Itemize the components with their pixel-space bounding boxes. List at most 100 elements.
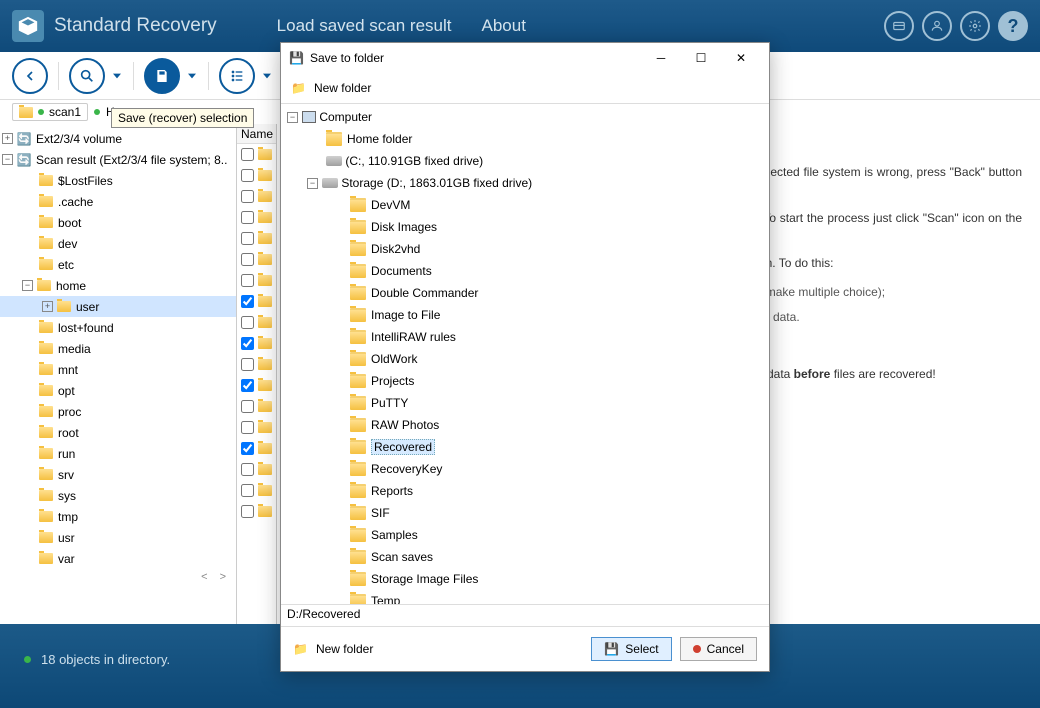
row-checkbox[interactable] (241, 505, 254, 518)
list-row[interactable] (237, 333, 276, 354)
back-button[interactable] (12, 58, 48, 94)
select-button[interactable]: 💾Select (591, 637, 671, 661)
row-checkbox[interactable] (241, 274, 254, 287)
dialog-folder-item[interactable]: Disk Images (281, 216, 769, 238)
list-row[interactable] (237, 438, 276, 459)
row-checkbox[interactable] (241, 295, 254, 308)
dialog-folder-item[interactable]: Temp (281, 590, 769, 605)
tree-item[interactable]: root (0, 422, 236, 443)
dialog-folder-item[interactable]: OldWork (281, 348, 769, 370)
cancel-button[interactable]: Cancel (680, 637, 757, 661)
left-tree[interactable]: +🔄Ext2/3/4 volume −🔄Scan result (Ext2/3/… (0, 124, 237, 624)
new-folder-bottom[interactable]: 📁New folder (293, 634, 373, 664)
tree-item-user[interactable]: +user (0, 296, 236, 317)
breadcrumb-scan1[interactable]: scan1 (12, 103, 88, 121)
dialog-folder-item[interactable]: Double Commander (281, 282, 769, 304)
tree-item[interactable]: boot (0, 212, 236, 233)
row-checkbox[interactable] (241, 232, 254, 245)
tree-item[interactable]: proc (0, 401, 236, 422)
row-checkbox[interactable] (241, 253, 254, 266)
menu-load-saved[interactable]: Load saved scan result (277, 16, 452, 36)
dialog-folder-item[interactable]: Reports (281, 480, 769, 502)
list-row[interactable] (237, 501, 276, 522)
tree-item[interactable]: dev (0, 233, 236, 254)
tree-item[interactable]: media (0, 338, 236, 359)
dialog-folder-item[interactable]: Samples (281, 524, 769, 546)
dialog-folder-item[interactable]: RecoveryKey (281, 458, 769, 480)
list-row[interactable] (237, 207, 276, 228)
tree-drive-d[interactable]: − Storage (D:, 1863.01GB fixed drive) (281, 172, 769, 194)
dialog-folder-item[interactable]: Storage Image Files (281, 568, 769, 590)
help-icon[interactable]: ? (998, 11, 1028, 41)
folder-tree[interactable]: − Computer Home folder (C:, 110.91GB fix… (281, 103, 769, 605)
tree-scan-result[interactable]: −🔄Scan result (Ext2/3/4 file system; 8.. (0, 149, 236, 170)
row-checkbox[interactable] (241, 211, 254, 224)
new-folder-top[interactable]: 📁New folder (281, 73, 769, 103)
dialog-folder-item[interactable]: DevVM (281, 194, 769, 216)
dialog-folder-item[interactable]: Scan saves (281, 546, 769, 568)
list-row[interactable] (237, 228, 276, 249)
menu-about[interactable]: About (482, 16, 526, 36)
list-dropdown[interactable] (261, 73, 273, 79)
tree-home-folder[interactable]: Home folder (281, 128, 769, 150)
tree-volume[interactable]: +🔄Ext2/3/4 volume (0, 128, 236, 149)
dialog-folder-item[interactable]: RAW Photos (281, 414, 769, 436)
list-row[interactable] (237, 186, 276, 207)
row-checkbox[interactable] (241, 379, 254, 392)
close-button[interactable]: ✕ (721, 45, 761, 71)
minimize-button[interactable]: ─ (641, 45, 681, 71)
tree-item[interactable]: sys (0, 485, 236, 506)
dialog-folder-item[interactable]: Documents (281, 260, 769, 282)
tree-item[interactable]: tmp (0, 506, 236, 527)
row-checkbox[interactable] (241, 442, 254, 455)
list-row[interactable] (237, 249, 276, 270)
maximize-button[interactable]: ☐ (681, 45, 721, 71)
list-row[interactable] (237, 165, 276, 186)
path-field[interactable]: D:/Recovered (281, 605, 769, 627)
row-checkbox[interactable] (241, 169, 254, 182)
list-row[interactable] (237, 375, 276, 396)
row-checkbox[interactable] (241, 337, 254, 350)
list-row[interactable] (237, 354, 276, 375)
tree-item[interactable]: etc (0, 254, 236, 275)
row-checkbox[interactable] (241, 190, 254, 203)
tree-item[interactable]: run (0, 443, 236, 464)
save-dropdown[interactable] (186, 73, 198, 79)
dialog-folder-item[interactable]: PuTTY (281, 392, 769, 414)
tree-item[interactable]: $LostFiles (0, 170, 236, 191)
row-checkbox[interactable] (241, 400, 254, 413)
tree-item[interactable]: opt (0, 380, 236, 401)
row-checkbox[interactable] (241, 484, 254, 497)
save-button[interactable] (144, 58, 180, 94)
list-row[interactable] (237, 291, 276, 312)
tree-computer[interactable]: − Computer (281, 106, 769, 128)
scan-button[interactable] (69, 58, 105, 94)
list-row[interactable] (237, 270, 276, 291)
row-checkbox[interactable] (241, 148, 254, 161)
row-checkbox[interactable] (241, 316, 254, 329)
tree-item[interactable]: mnt (0, 359, 236, 380)
list-row[interactable] (237, 459, 276, 480)
tree-item[interactable]: .cache (0, 191, 236, 212)
list-row[interactable] (237, 396, 276, 417)
tree-item[interactable]: lost+found (0, 317, 236, 338)
list-row[interactable] (237, 480, 276, 501)
dialog-folder-item[interactable]: Recovered (281, 436, 769, 458)
user-icon[interactable] (922, 11, 952, 41)
dialog-folder-item[interactable]: IntelliRAW rules (281, 326, 769, 348)
file-list[interactable]: Name (237, 124, 277, 624)
tree-item[interactable]: usr (0, 527, 236, 548)
list-row[interactable] (237, 417, 276, 438)
tree-drive-c[interactable]: (C:, 110.91GB fixed drive) (281, 150, 769, 172)
tree-item[interactable]: var (0, 548, 236, 569)
card-icon[interactable] (884, 11, 914, 41)
row-checkbox[interactable] (241, 421, 254, 434)
row-checkbox[interactable] (241, 358, 254, 371)
dialog-folder-item[interactable]: SIF (281, 502, 769, 524)
dialog-folder-item[interactable]: Image to File (281, 304, 769, 326)
dialog-folder-item[interactable]: Projects (281, 370, 769, 392)
tree-item[interactable]: −home (0, 275, 236, 296)
list-row[interactable] (237, 312, 276, 333)
scan-dropdown[interactable] (111, 73, 123, 79)
dialog-folder-item[interactable]: Disk2vhd (281, 238, 769, 260)
